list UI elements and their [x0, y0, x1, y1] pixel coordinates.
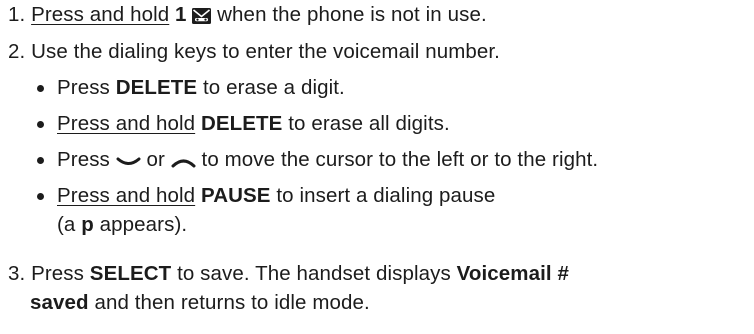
- bullet-dot: [37, 193, 44, 200]
- bullet-text: to erase all digits.: [288, 112, 450, 135]
- key-label: DELETE: [200, 112, 283, 135]
- step-text: to save. The handset displays: [177, 262, 451, 285]
- press-and-hold-label: Press and hold: [57, 184, 196, 207]
- step-number: 1.: [8, 3, 26, 26]
- step-text: Use the dialing keys to enter the voicem…: [31, 40, 500, 63]
- bullet-text: Press: [57, 148, 110, 171]
- bullet-text: to erase a digit.: [202, 76, 345, 99]
- step-text: and then returns to idle mode.: [94, 291, 370, 314]
- key-label: p: [81, 213, 94, 236]
- press-and-hold-label: Press and hold: [57, 112, 196, 135]
- bullet-dot: [37, 157, 44, 164]
- bullet-text: appears).: [99, 213, 188, 236]
- press-and-hold-label: Press and hold: [31, 3, 170, 26]
- bullet-dot: [37, 121, 44, 128]
- step-3: 3. Press SELECT to save. The handset dis…: [8, 261, 569, 287]
- step-number: 2.: [8, 40, 26, 63]
- bullet-text: (a: [57, 213, 76, 236]
- step-number: 3.: [8, 262, 26, 285]
- bullet-item: Press or to move the cursor to the left …: [57, 147, 598, 176]
- bullet-item-continuation: (a p appears).: [57, 212, 187, 238]
- bullet-item: Press and hold DELETE to erase all digit…: [57, 111, 450, 137]
- step-text: Press: [31, 262, 84, 285]
- bullet-text: Press: [57, 76, 110, 99]
- instruction-document: 1. Press and hold 1 when the phone is no…: [0, 0, 754, 334]
- step-1: 1. Press and hold 1 when the phone is no…: [8, 2, 487, 31]
- display-message: saved: [30, 291, 89, 314]
- step-text: when the phone is not in use.: [217, 3, 487, 26]
- key-label: SELECT: [89, 262, 172, 285]
- bullet-text: or: [146, 148, 165, 171]
- key-label: DELETE: [115, 76, 198, 99]
- bullet-item: Press DELETE to erase a digit.: [57, 75, 345, 101]
- bullet-text: to insert a dialing pause: [276, 184, 496, 207]
- step-2: 2. Use the dialing keys to enter the voi…: [8, 39, 500, 65]
- bullet-text: to move the cursor to the left or to the…: [201, 148, 599, 171]
- key-label: PAUSE: [200, 184, 271, 207]
- chevron-up-icon: [171, 150, 196, 176]
- chevron-down-icon: [116, 150, 141, 176]
- step-3-continuation: saved and then returns to idle mode.: [30, 290, 370, 316]
- bullet-item: Press and hold PAUSE to insert a dialing…: [57, 183, 495, 209]
- key-label: 1: [175, 3, 187, 26]
- bullet-dot: [37, 85, 44, 92]
- voicemail-envelope-icon: [192, 5, 212, 31]
- display-message: Voicemail #: [456, 262, 570, 285]
